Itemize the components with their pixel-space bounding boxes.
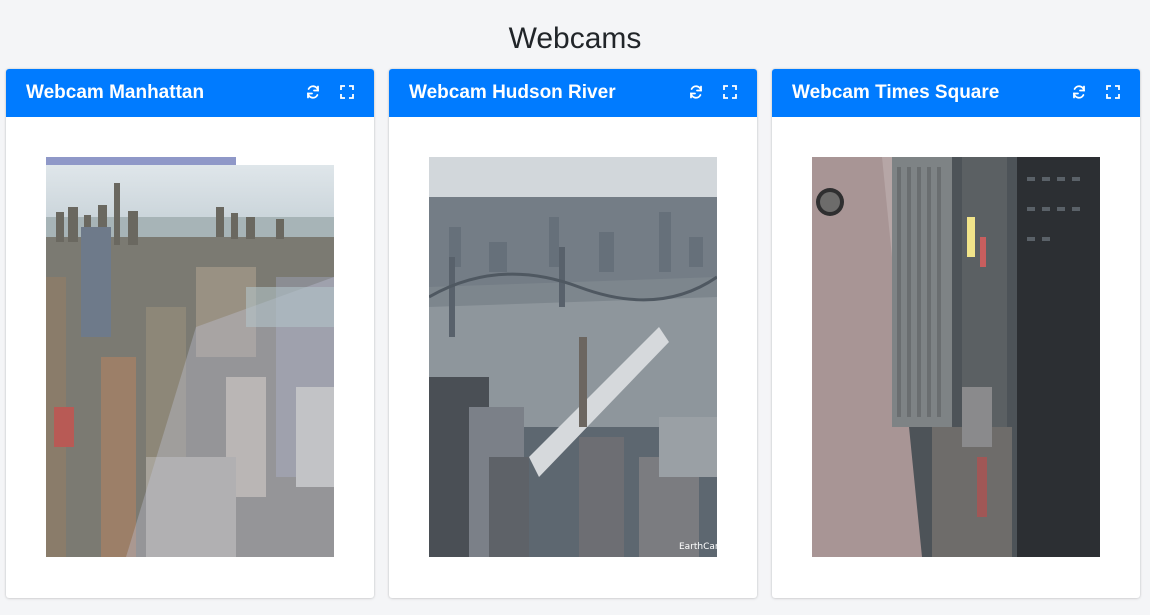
card-header: Webcam Times Square [772,69,1140,117]
expand-button[interactable] [1104,83,1122,101]
expand-icon [723,85,737,99]
card-tools [304,83,356,101]
webcam-image-manhattan [46,157,334,557]
refresh-icon [307,85,319,99]
webcam-card-times-square: Webcam Times Square [772,69,1140,598]
webcam-card-hudson-river: Webcam Hudson River EarthCa [389,69,757,598]
refresh-icon [1073,85,1085,99]
card-header: Webcam Manhattan [6,69,374,117]
expand-button[interactable] [721,83,739,101]
webcam-card-manhattan: Webcam Manhattan [6,69,374,598]
webcam-image-times-square [812,157,1100,557]
expand-icon [340,85,354,99]
card-tools [1070,83,1122,101]
earthcam-watermark: EarthCam [679,542,717,552]
refresh-button[interactable] [1070,83,1088,101]
card-title: Webcam Times Square [792,82,1000,103]
refresh-icon [690,85,702,99]
card-tools [687,83,739,101]
card-header: Webcam Hudson River [389,69,757,117]
expand-icon [1106,85,1120,99]
card-title: Webcam Manhattan [26,82,205,103]
card-title: Webcam Hudson River [409,82,616,103]
expand-button[interactable] [338,83,356,101]
page-title: Webcams [508,22,642,55]
refresh-button[interactable] [304,83,322,101]
refresh-button[interactable] [687,83,705,101]
webcam-image-hudson-river: EarthCam [429,157,717,557]
